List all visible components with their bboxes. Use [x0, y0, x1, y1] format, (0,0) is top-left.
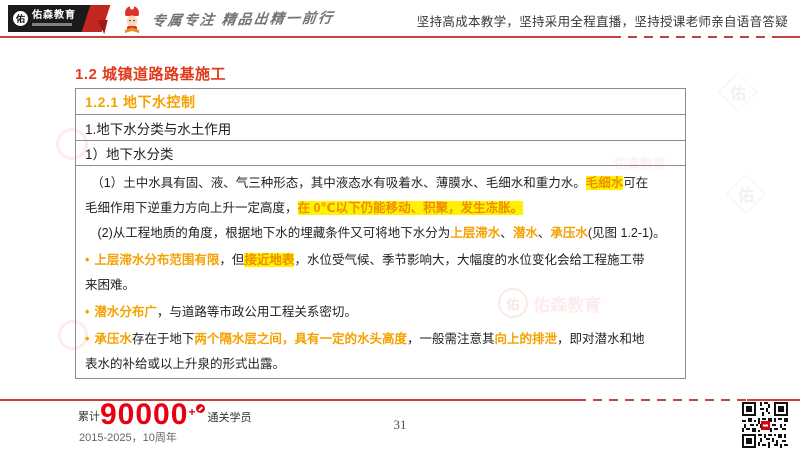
pencil-badge-icon — [196, 404, 206, 413]
text-segment: (2)从工程地质的角度，根据地下水的埋藏条件又可将地下水分为 — [85, 226, 451, 240]
text-segment: 存在于地下 — [131, 332, 195, 346]
table-row-subsection: 1.2.1 地下水控制 — [76, 89, 685, 115]
watermark-diamond: 佑 — [718, 72, 758, 112]
text-segment: 承压水 — [94, 332, 132, 346]
header-tagline: 坚持高成本教学，坚持采用全程直播，坚持授课老师亲自语音答疑 — [416, 15, 788, 29]
content-paragraph: • 上层滞水分布范围有限，但接近地表，水位受气候、季节影响大，大幅度的水位变化会给… — [85, 248, 676, 298]
stats-prefix: 累计 — [78, 411, 100, 423]
table-row-topic: 1.地下水分类与水土作用 — [76, 115, 685, 141]
bullet-icon: • — [85, 305, 90, 319]
watermark-diamond-mark: 佑 — [737, 187, 755, 205]
bullet-icon: • — [85, 253, 90, 267]
header-bar: 佑 佑森教育 专属专注 精品出精一前行 坚持高成本教学，坚持采用全程直播，坚持授… — [0, 0, 800, 36]
text-segment: 潜水分布广 — [94, 305, 157, 319]
qr-code — [742, 402, 788, 450]
text-segment: 在 0℃以下仍能移动、积聚，发生冻胀。 — [297, 201, 524, 215]
text-segment: 潜水 — [512, 226, 538, 240]
stats-count: 90000 — [100, 398, 189, 431]
brand-name: 佑森教育 — [32, 10, 76, 21]
content-paragraph: • 潜水分布广，与道路等市政公用工程关系密切。 — [85, 300, 676, 325]
table-content-cell: （1）土中水具有固、液、气三种形态，其中液态水有吸着水、薄膜水、毛细水和重力水。… — [76, 166, 685, 378]
stats-plus: + — [188, 404, 206, 419]
watermark-diamond: 佑 — [726, 174, 766, 214]
page-number: 31 — [393, 417, 407, 432]
top-divider-line — [0, 36, 800, 38]
footer-stats: 累计 90000 + 通关学员 — [78, 398, 252, 431]
bullet-icon: • — [85, 332, 90, 346]
text-segment: 上层滞水分布范围有限 — [94, 253, 220, 267]
text-segment: ， — [281, 332, 295, 346]
brand-logo-text: 佑森教育 — [32, 11, 76, 26]
text-segment: ，与道路等市政公用工程关系密切。 — [156, 305, 357, 319]
text-segment: ，但 — [219, 253, 245, 267]
text-segment: 承压水 — [550, 226, 588, 240]
text-segment: 毛细水 — [585, 176, 624, 190]
content-paragraph: • 承压水存在于地下两个隔水层之间，具有一定的水头高度，一般需注意其向上的排泄，即… — [85, 327, 676, 377]
text-segment: 、 — [500, 226, 513, 240]
calligraphy-slogan: 专属专注 精品出精一前行 — [150, 9, 336, 29]
brand-subtitle-bar — [32, 23, 72, 26]
content-paragraph: (2)从工程地质的角度，根据地下水的埋藏条件又可将地下水分为上层滞水、潜水、承压… — [85, 221, 676, 246]
slide-page: 佑 佑森教育 专属专注 精品出精一前行 坚持高成本教学，坚持采用全程直播，坚持授… — [0, 0, 800, 450]
content-table: 1.2.1 地下水控制 1.地下水分类与水土作用 1）地下水分类 （1）土中水具… — [75, 88, 686, 379]
table-row-subtopic: 1）地下水分类 — [76, 141, 685, 166]
brand-logo-mark-icon: 佑 — [13, 11, 28, 26]
plus-sign: + — [188, 405, 196, 419]
text-segment: (见图 1.2-1)。 — [587, 226, 666, 240]
text-segment: ，一般需注意其 — [406, 332, 495, 346]
stats-suffix: 通关学员 — [207, 412, 252, 424]
text-segment: 接近地表 — [244, 253, 295, 267]
watermark-diamond-mark: 佑 — [729, 85, 747, 103]
text-segment: 两个隔水层之间 — [194, 332, 282, 346]
brand-logo: 佑 佑森教育 — [8, 5, 92, 32]
anniversary-text: 2015-2025，10周年 — [79, 432, 177, 444]
text-segment: （1）土中水具有固、液、气三种形态，其中液态水有吸着水、薄膜水、毛细水和重力水。 — [85, 176, 586, 190]
mascot-icon — [118, 4, 146, 39]
text-segment: 具有一定的水头高度 — [294, 332, 407, 346]
logo-red-triangle — [94, 20, 108, 34]
text-segment: 向上的排泄 — [494, 332, 557, 346]
text-segment: 、 — [537, 226, 551, 240]
content-paragraph: （1）土中水具有固、液、气三种形态，其中液态水有吸着水、薄膜水、毛细水和重力水。… — [85, 171, 676, 221]
text-segment: 上层滞水 — [450, 226, 501, 240]
section-title: 1.2 城镇道路路基施工 — [75, 66, 227, 83]
